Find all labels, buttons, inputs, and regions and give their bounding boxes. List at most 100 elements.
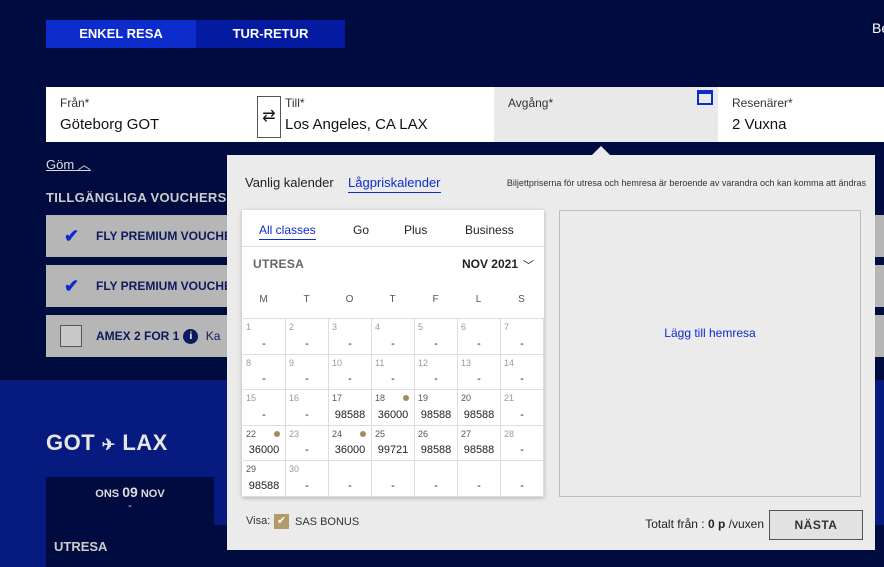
checkmark-icon: ✔ [64, 226, 80, 246]
voucher-label: FLY PREMIUM VOUCHER [96, 229, 236, 243]
hide-link[interactable]: Göm ︿ [46, 154, 91, 173]
day-number: 3 [332, 322, 338, 332]
day-cell: 23- [286, 425, 329, 462]
day-number: 30 [289, 464, 300, 475]
day-cell[interactable]: 27 98588 [458, 425, 501, 462]
day-price: 98588 [420, 444, 452, 457]
day-price: - [477, 479, 481, 492]
day-number: 28 [504, 428, 515, 439]
day-cell: 3- [329, 319, 372, 355]
day-price: 36000 [377, 408, 409, 421]
day-cell: 6- [458, 319, 501, 355]
chevron-down-icon[interactable]: ﹀ [523, 257, 534, 273]
weekday-label: S [518, 294, 525, 305]
tab-business[interactable]: Business [465, 223, 514, 237]
tab-low-price-calendar[interactable]: Lågpriskalender [348, 175, 441, 193]
day-number: 23 [289, 428, 300, 439]
day-price: - [391, 373, 395, 386]
day-number: 10 [332, 357, 343, 368]
show-label: Visa: [246, 515, 271, 527]
day-cell[interactable]: 22 36000 [243, 425, 286, 462]
header-link[interactable]: Be [872, 20, 884, 36]
day-cell: 14- [501, 354, 544, 391]
day-cell: - [372, 461, 415, 497]
day-grid: 1-2-3-4-5-6-7-8-9-10-11-12-13-14-15-16-1… [243, 318, 544, 497]
calendar-icon[interactable] [697, 90, 713, 105]
voucher-item[interactable]: AMEX 2 FOR 1i Ka [46, 315, 236, 357]
day-number: 11 [375, 357, 385, 368]
total-price: Totalt från : 0 p /vuxen [645, 517, 764, 531]
day-cell: 28- [501, 425, 544, 462]
info-icon[interactable]: i [183, 329, 199, 345]
outbound-label: UTRESA [253, 257, 305, 271]
date-day: 09 [122, 484, 138, 500]
swap-icon[interactable]: ⇄ [257, 96, 281, 138]
day-cell[interactable]: 18 36000 [372, 390, 415, 426]
day-price: 98588 [248, 479, 280, 492]
day-number: 25 [375, 428, 386, 439]
day-cell[interactable]: 25 99721 [372, 425, 415, 462]
from-label: Från* [60, 96, 90, 110]
tab-round-trip[interactable]: TUR-RETUR [196, 20, 345, 48]
total-prefix: Totalt från : [645, 517, 705, 531]
day-price: - [305, 337, 309, 350]
tab-plus[interactable]: Plus [404, 223, 427, 237]
to-field[interactable]: Till* Los Angeles, CA LAX [258, 87, 494, 142]
day-price: 36000 [248, 444, 280, 457]
day-price: - [262, 337, 266, 350]
day-cell[interactable]: 26 98588 [415, 425, 458, 462]
weekday-label: M [259, 294, 268, 305]
day-cell: 8- [243, 354, 286, 391]
tab-all-classes[interactable]: All classes [259, 223, 316, 240]
next-button[interactable]: NÄSTA [769, 510, 863, 540]
day-price: 99721 [377, 444, 409, 457]
day-price: - [520, 408, 524, 421]
month-select[interactable]: NOV 2021 [462, 257, 518, 271]
day-cell[interactable]: 24 36000 [329, 425, 372, 462]
day-cell[interactable]: 29 98588 [243, 461, 286, 497]
day-cell: 10- [329, 354, 372, 391]
day-cell[interactable]: 17 98588 [329, 390, 372, 426]
day-number: 29 [246, 464, 257, 475]
day-number: 2 [289, 322, 295, 332]
voucher-item[interactable]: ✔ FLY PREMIUM VOUCHER [46, 215, 236, 257]
day-cell: - [329, 461, 372, 497]
voucher-item[interactable]: ✔ FLY PREMIUM VOUCHER [46, 265, 236, 307]
day-cell: 16- [286, 390, 329, 426]
day-number: 14 [504, 357, 515, 368]
date-month: NOV [140, 488, 165, 500]
total-suffix: /vuxen [728, 517, 764, 531]
tab-regular-calendar[interactable]: Vanlig kalender [245, 175, 334, 190]
day-number: 8 [246, 357, 252, 368]
day-number: 18 [375, 393, 386, 404]
bonus-label: SAS BONUS [295, 516, 360, 528]
day-number: 13 [461, 357, 472, 368]
travelers-field[interactable]: Resenärer* 2 Vuxna [718, 87, 884, 142]
day-cell[interactable]: 19 98588 [415, 390, 458, 426]
day-number: 21 [504, 393, 515, 404]
day-price: 36000 [334, 444, 366, 457]
day-price: 98588 [463, 444, 495, 457]
add-return-link[interactable]: Lägg till hemresa [560, 326, 860, 340]
outbound-calendar: All classes Go Plus Business UTRESA NOV … [242, 210, 544, 497]
day-price: - [348, 373, 352, 386]
lowest-price-dot-icon [274, 430, 280, 437]
day-number: 6 [461, 322, 467, 332]
day-cell: 12- [415, 354, 458, 391]
tab-one-way[interactable]: ENKEL RESA [46, 20, 196, 48]
day-cell: 5- [415, 319, 458, 355]
day-price: - [391, 337, 395, 350]
tab-go[interactable]: Go [353, 223, 369, 237]
departure-field[interactable]: Avgång* [494, 87, 718, 142]
date-option[interactable]: ONS 09 NOV - [46, 477, 214, 525]
voucher-checkbox[interactable] [60, 325, 82, 347]
day-cell[interactable]: 20 98588 [458, 390, 501, 426]
day-number: 24 [332, 428, 343, 439]
day-price: 98588 [463, 408, 495, 421]
price-note: Biljettpriserna för utresa och hemresa ä… [506, 178, 866, 188]
day-price: - [305, 408, 309, 421]
bonus-checkbox[interactable]: ✔ [274, 514, 289, 529]
day-cell: - [415, 461, 458, 497]
day-cell: 2- [286, 319, 329, 355]
from-field[interactable]: Från* Göteborg GOT [46, 87, 258, 142]
